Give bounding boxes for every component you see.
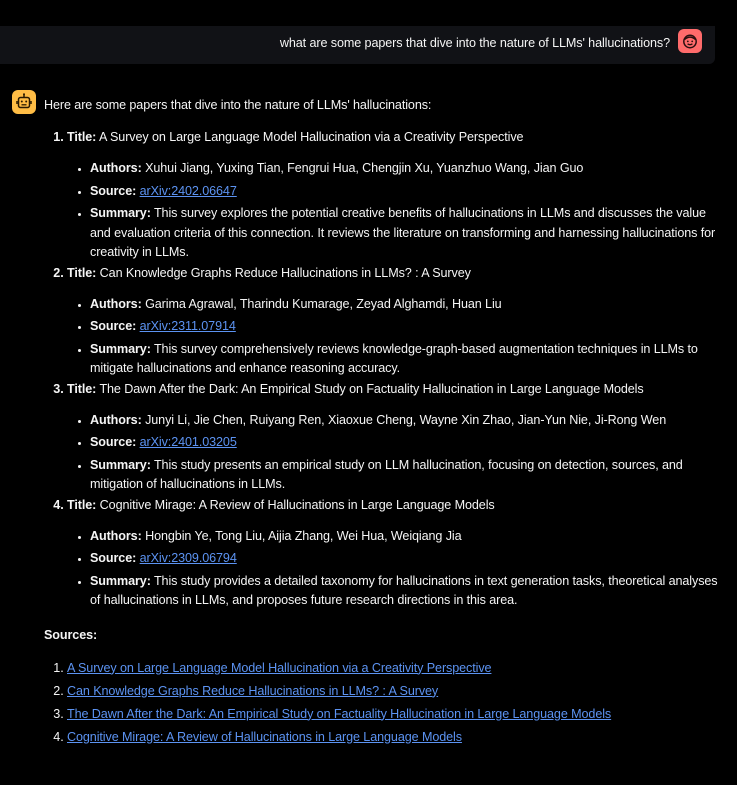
authors-label: Authors:	[90, 296, 142, 311]
authors-label: Authors:	[90, 412, 142, 427]
source-label: Source:	[90, 183, 137, 198]
paper-list: Title: A Survey on Large Language Model …	[44, 127, 724, 611]
source-item: A Survey on Large Language Model Halluci…	[67, 658, 724, 678]
title-label: Title:	[67, 130, 97, 144]
paper-source: Source: arXiv:2402.06647	[90, 182, 724, 202]
summary-text: This survey comprehensively reviews know…	[90, 341, 698, 376]
source-label: Source:	[90, 551, 137, 565]
title-label: Title:	[67, 381, 97, 396]
arxiv-link[interactable]: arXiv:2311.07914	[140, 319, 236, 333]
paper-details: Authors: Xuhui Jiang, Yuxing Tian, Fengr…	[67, 159, 724, 263]
source-item: Cognitive Mirage: A Review of Hallucinat…	[67, 727, 724, 747]
assistant-intro: Here are some papers that dive into the …	[44, 98, 432, 112]
source-link[interactable]: A Survey on Large Language Model Halluci…	[67, 661, 492, 675]
arxiv-link[interactable]: arXiv:2309.06794	[140, 551, 237, 565]
summary-label: Summary:	[90, 457, 151, 472]
source-link[interactable]: Can Knowledge Graphs Reduce Hallucinatio…	[67, 684, 438, 698]
smiling-face-icon	[678, 29, 702, 53]
paper-authors: Authors: Xuhui Jiang, Yuxing Tian, Fengr…	[90, 159, 724, 179]
paper-source: Source: arXiv:2401.03205	[90, 433, 724, 453]
source-item: The Dawn After the Dark: An Empirical St…	[67, 704, 724, 724]
paper-authors: Authors: Hongbin Ye, Tong Liu, Aijia Zha…	[90, 527, 724, 547]
paper-title: The Dawn After the Dark: An Empirical St…	[99, 381, 644, 396]
authors-text: Hongbin Ye, Tong Liu, Aijia Zhang, Wei H…	[145, 528, 462, 543]
paper-authors: Authors: Junyi Li, Jie Chen, Ruiyang Ren…	[90, 411, 724, 431]
source-link[interactable]: Cognitive Mirage: A Review of Hallucinat…	[67, 730, 462, 744]
authors-text: Junyi Li, Jie Chen, Ruiyang Ren, Xiaoxue…	[145, 412, 667, 427]
summary-text: This study provides a detailed taxonomy …	[90, 573, 718, 608]
authors-text: Xuhui Jiang, Yuxing Tian, Fengrui Hua, C…	[145, 161, 584, 175]
summary-label: Summary:	[90, 573, 151, 588]
paper-source: Source: arXiv:2311.07914	[90, 317, 724, 337]
user-message-text: what are some papers that dive into the …	[279, 36, 670, 50]
sources-list: A Survey on Large Language Model Halluci…	[44, 658, 724, 747]
source-item: Can Knowledge Graphs Reduce Hallucinatio…	[67, 681, 724, 701]
paper-item: Title: The Dawn After the Dark: An Empir…	[67, 379, 724, 495]
user-message-bar: what are some papers that dive into the …	[0, 26, 715, 64]
paper-summary: Summary: This survey explores the potent…	[90, 204, 724, 263]
arxiv-link[interactable]: arXiv:2402.06647	[140, 184, 237, 198]
paper-summary: Summary: This study presents an empirica…	[90, 456, 724, 495]
summary-label: Summary:	[90, 341, 151, 356]
arxiv-link[interactable]: arXiv:2401.03205	[140, 435, 237, 449]
paper-authors: Authors: Garima Agrawal, Tharindu Kumara…	[90, 295, 724, 315]
summary-text: This survey explores the potential creat…	[90, 206, 716, 259]
authors-label: Authors:	[90, 161, 142, 175]
summary-text: This study presents an empirical study o…	[90, 457, 683, 492]
paper-title: Cognitive Mirage: A Review of Hallucinat…	[99, 497, 495, 512]
paper-title: A Survey on Large Language Model Halluci…	[98, 130, 524, 144]
sources-heading: Sources:	[44, 627, 98, 642]
source-link[interactable]: The Dawn After the Dark: An Empirical St…	[67, 707, 611, 721]
source-label: Source:	[90, 319, 137, 333]
paper-details: Authors: Hongbin Ye, Tong Liu, Aijia Zha…	[67, 527, 724, 611]
paper-details: Authors: Junyi Li, Jie Chen, Ruiyang Ren…	[67, 411, 724, 495]
robot-icon	[12, 90, 36, 114]
paper-details: Authors: Garima Agrawal, Tharindu Kumara…	[67, 295, 724, 379]
paper-summary: Summary: This study provides a detailed …	[90, 572, 724, 611]
paper-summary: Summary: This survey comprehensively rev…	[90, 340, 724, 379]
authors-label: Authors:	[90, 528, 142, 543]
authors-text: Garima Agrawal, Tharindu Kumarage, Zeyad…	[145, 296, 502, 311]
paper-item: Title: A Survey on Large Language Model …	[67, 127, 724, 263]
paper-title: Can Knowledge Graphs Reduce Hallucinatio…	[99, 265, 471, 280]
source-label: Source:	[90, 435, 137, 449]
summary-label: Summary:	[90, 206, 151, 220]
paper-item: Title: Cognitive Mirage: A Review of Hal…	[67, 495, 724, 611]
paper-source: Source: arXiv:2309.06794	[90, 549, 724, 569]
title-label: Title:	[67, 265, 97, 280]
title-label: Title:	[67, 497, 97, 512]
assistant-message: Here are some papers that dive into the …	[44, 95, 724, 750]
paper-item: Title: Can Knowledge Graphs Reduce Hallu…	[67, 263, 724, 379]
